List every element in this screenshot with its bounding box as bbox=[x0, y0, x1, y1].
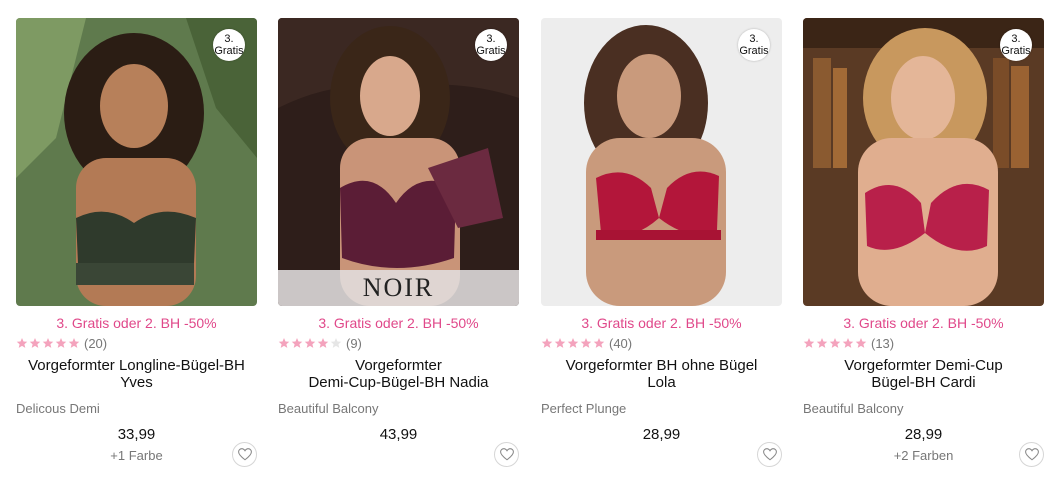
rating: (13) bbox=[803, 335, 1044, 351]
product-title[interactable]: Vorgeformter Demi-Cup-Bügel-BH Nadia bbox=[278, 357, 519, 391]
star-icon bbox=[304, 338, 316, 348]
product-price: 28,99 bbox=[904, 426, 943, 443]
star-icon bbox=[803, 338, 815, 348]
rating: (9) bbox=[278, 335, 519, 351]
product-photo bbox=[541, 18, 782, 306]
color-variants[interactable]: +1 Farbe bbox=[16, 448, 257, 464]
promo-text: 3. Gratis oder 2. BH -50% bbox=[56, 315, 217, 331]
wishlist-button[interactable] bbox=[1019, 442, 1044, 467]
product-photo bbox=[278, 18, 519, 306]
promo-badge: 3. Gratis bbox=[738, 29, 770, 61]
review-count[interactable]: (13) bbox=[871, 336, 894, 351]
product-price: 28,99 bbox=[642, 426, 681, 443]
review-count[interactable]: (20) bbox=[84, 336, 107, 351]
wishlist-button[interactable] bbox=[757, 442, 782, 467]
star-icon bbox=[580, 338, 592, 348]
star-icon bbox=[317, 338, 329, 348]
review-count[interactable]: (9) bbox=[346, 336, 362, 351]
product-line: Beautiful Balcony bbox=[278, 401, 379, 416]
product-photo bbox=[803, 18, 1044, 306]
star-icon bbox=[816, 338, 828, 348]
product-card[interactable]: 3. Gratis NOIR 3. Gratis oder 2. BH -50% … bbox=[278, 18, 519, 473]
star-icon bbox=[554, 338, 566, 348]
product-price: 33,99 bbox=[117, 426, 156, 443]
heart-icon bbox=[762, 448, 777, 461]
star-icon bbox=[68, 338, 80, 348]
product-price: 43,99 bbox=[379, 426, 418, 443]
star-icon bbox=[278, 338, 290, 348]
star-icon bbox=[541, 338, 553, 348]
promo-badge: 3. Gratis bbox=[1000, 29, 1032, 61]
color-variants[interactable] bbox=[541, 448, 782, 464]
promo-text: 3. Gratis oder 2. BH -50% bbox=[318, 315, 479, 331]
star-icon bbox=[29, 338, 41, 348]
star-icon bbox=[567, 338, 579, 348]
star-icon bbox=[42, 338, 54, 348]
wishlist-button[interactable] bbox=[232, 442, 257, 467]
star-rating bbox=[278, 337, 342, 349]
star-rating bbox=[541, 337, 605, 349]
product-image[interactable]: 3. Gratis bbox=[803, 18, 1044, 306]
promo-text: 3. Gratis oder 2. BH -50% bbox=[581, 315, 742, 331]
product-title[interactable]: Vorgeformter BH ohne Bügel Lola bbox=[541, 357, 782, 391]
product-image[interactable]: 3. Gratis bbox=[541, 18, 782, 306]
product-line: Delicous Demi bbox=[16, 401, 100, 416]
star-rating bbox=[16, 337, 80, 349]
product-card[interactable]: 3. Gratis 3. Gratis oder 2. BH -50% (20) … bbox=[16, 18, 257, 473]
review-count[interactable]: (40) bbox=[609, 336, 632, 351]
product-card[interactable]: 3. Gratis 3. Gratis oder 2. BH -50% (40) … bbox=[541, 18, 782, 473]
promo-badge: 3. Gratis bbox=[213, 29, 245, 61]
product-image[interactable]: 3. Gratis NOIR bbox=[278, 18, 519, 306]
product-line: Beautiful Balcony bbox=[803, 401, 904, 416]
promo-badge: 3. Gratis bbox=[475, 29, 507, 61]
promo-text: 3. Gratis oder 2. BH -50% bbox=[843, 315, 1004, 331]
star-rating bbox=[803, 337, 867, 349]
heart-icon bbox=[1024, 448, 1039, 461]
product-title[interactable]: Vorgeformter Demi-Cup Bügel-BH Cardi bbox=[803, 357, 1044, 391]
star-icon bbox=[855, 338, 867, 348]
product-image[interactable]: 3. Gratis bbox=[16, 18, 257, 306]
star-icon bbox=[829, 338, 841, 348]
star-icon bbox=[330, 338, 342, 348]
star-icon bbox=[842, 338, 854, 348]
heart-icon bbox=[499, 448, 514, 461]
star-icon bbox=[16, 338, 28, 348]
product-card[interactable]: 3. Gratis 3. Gratis oder 2. BH -50% (13) … bbox=[803, 18, 1044, 473]
product-title[interactable]: Vorgeformter Longline-Bügel-BH Yves bbox=[16, 357, 257, 391]
wishlist-button[interactable] bbox=[494, 442, 519, 467]
rating: (40) bbox=[541, 335, 782, 351]
product-line: Perfect Plunge bbox=[541, 401, 627, 416]
color-variants[interactable]: +2 Farben bbox=[803, 448, 1044, 464]
star-icon bbox=[55, 338, 67, 348]
brand-logo-overlay: NOIR bbox=[278, 270, 519, 306]
heart-icon bbox=[237, 448, 252, 461]
rating: (20) bbox=[16, 335, 257, 351]
product-photo bbox=[16, 18, 257, 306]
star-icon bbox=[593, 338, 605, 348]
star-icon bbox=[291, 338, 303, 348]
color-variants[interactable] bbox=[278, 448, 519, 464]
